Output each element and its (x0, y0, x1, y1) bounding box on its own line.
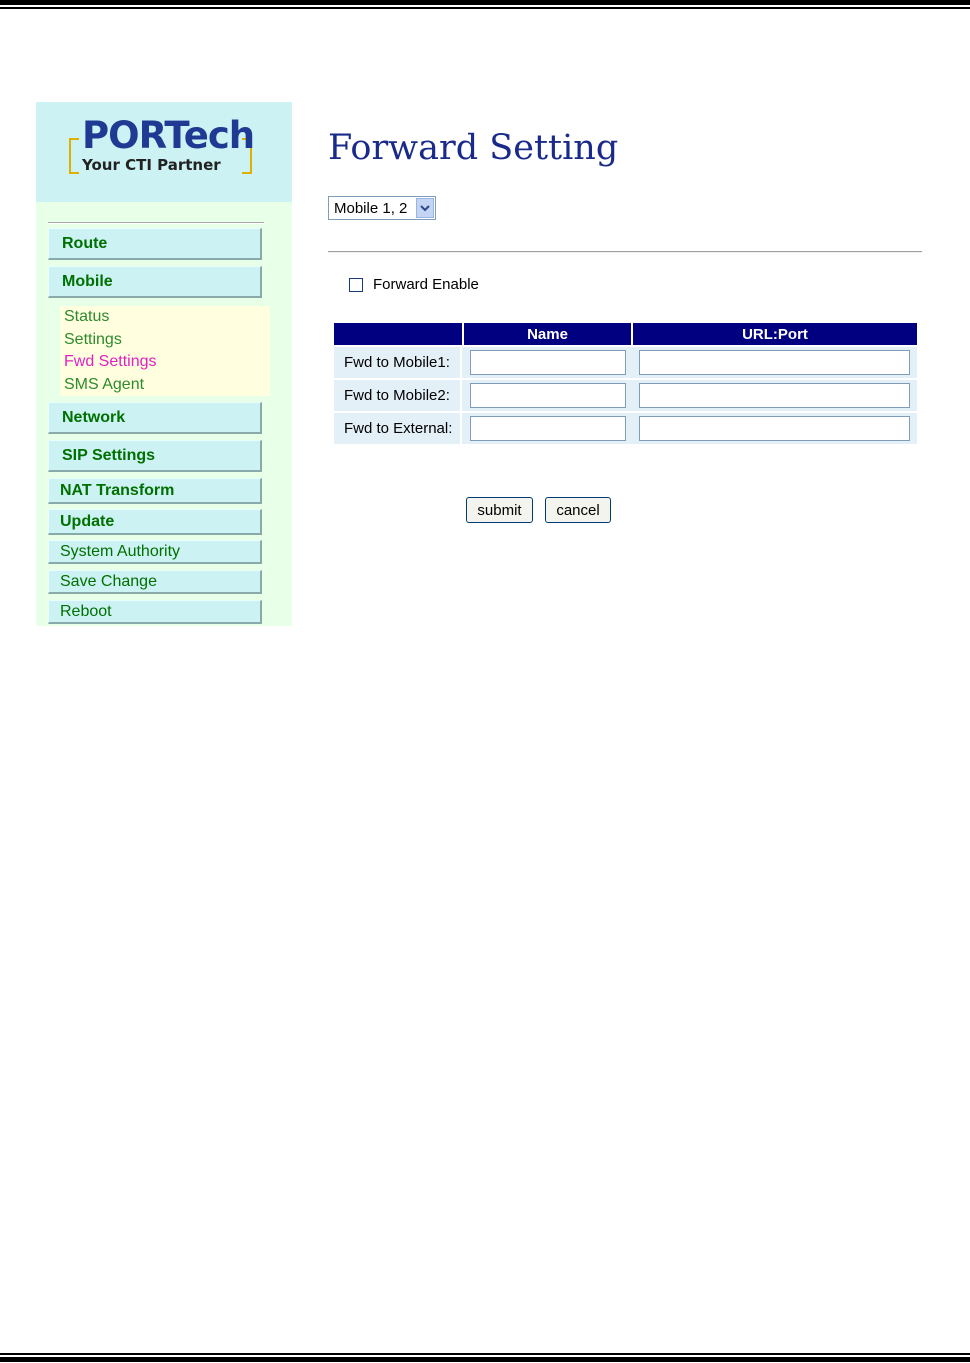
logo: PORTech Your CTI Partner (36, 102, 292, 202)
top-rule-thick (0, 0, 970, 5)
table-row-label: Fwd to Mobile1: (334, 347, 460, 378)
forward-enable-label: Forward Enable (373, 276, 479, 293)
mobile-submenu: Status Settings Fwd Settings SMS Agent (60, 306, 270, 396)
fwd-external-name-input[interactable] (470, 416, 626, 441)
logo-bracket-left (69, 138, 79, 174)
sidebar-item-update[interactable]: Update (48, 509, 262, 535)
bottom-rule-thick (0, 1357, 970, 1362)
sidebar: PORTech Your CTI Partner Route Mobile St… (36, 102, 292, 626)
sidebar-item-label: Reboot (60, 602, 112, 620)
sidebar-item-label: SIP Settings (62, 446, 156, 464)
table-row-label: Fwd to Mobile2: (334, 380, 460, 411)
sidebar-item-label: Mobile (62, 272, 113, 290)
table-row-label: Fwd to External: (334, 413, 460, 444)
mobile-select-value: Mobile 1, 2 (334, 200, 408, 217)
forward-enable-checkbox[interactable] (349, 278, 363, 292)
sidebar-item-mobile[interactable]: Mobile (48, 266, 262, 298)
sidebar-item-label: Save Change (60, 572, 157, 590)
sidebar-item-label: Route (62, 234, 108, 252)
sidebar-item-label: NAT Transform (60, 481, 175, 499)
logo-brand: PORTech (82, 114, 255, 157)
bottom-rule-thin (0, 1353, 970, 1355)
submenu-item-settings[interactable]: Settings (64, 331, 122, 349)
table-header-blank (334, 323, 462, 345)
sidebar-item-reboot[interactable]: Reboot (48, 600, 262, 624)
sidebar-item-label: Update (60, 512, 115, 530)
fwd-external-url-input[interactable] (639, 416, 910, 441)
submit-button[interactable]: submit (466, 497, 533, 523)
logo-tagline: Your CTI Partner (82, 156, 221, 174)
sidebar-item-label: Network (62, 408, 126, 426)
fwd-mobile1-name-input[interactable] (470, 350, 626, 375)
table-header-url-port: URL:Port (633, 323, 917, 345)
sidebar-item-sip-settings[interactable]: SIP Settings (48, 440, 262, 472)
submenu-item-fwd-settings[interactable]: Fwd Settings (64, 353, 156, 371)
table-header-name: Name (464, 323, 631, 345)
sidebar-item-route[interactable]: Route (48, 228, 262, 260)
sidebar-item-nat-transform[interactable]: NAT Transform (48, 478, 262, 504)
sidebar-item-system-authority[interactable]: System Authority (48, 540, 262, 564)
submenu-item-status[interactable]: Status (64, 308, 109, 326)
page-title: Forward Setting (328, 128, 619, 168)
top-rule-thin (0, 7, 970, 9)
submenu-item-sms-agent[interactable]: SMS Agent (64, 376, 144, 394)
cancel-button[interactable]: cancel (545, 497, 611, 523)
divider (328, 251, 922, 253)
chevron-down-icon[interactable] (416, 198, 434, 218)
sidebar-separator (48, 222, 264, 224)
sidebar-item-save-change[interactable]: Save Change (48, 570, 262, 594)
fwd-mobile1-url-input[interactable] (639, 350, 910, 375)
mobile-select[interactable]: Mobile 1, 2 (328, 196, 436, 220)
fwd-mobile2-name-input[interactable] (470, 383, 626, 408)
sidebar-item-network[interactable]: Network (48, 402, 262, 434)
sidebar-item-label: System Authority (60, 542, 181, 560)
fwd-mobile2-url-input[interactable] (639, 383, 910, 408)
